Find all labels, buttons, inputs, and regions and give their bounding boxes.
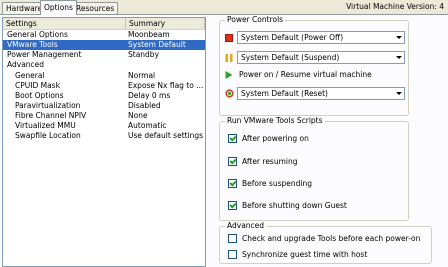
tools-scripts-group: Run VMware Tools Scripts After powering … <box>219 116 409 221</box>
checkbox-label: Check and upgrade Tools before each powe… <box>242 234 421 243</box>
setting-summary: System Default <box>128 40 186 49</box>
setting-summary: Use default settings <box>128 131 203 140</box>
stop-action-select[interactable]: System Default (Power Off) <box>237 31 405 44</box>
checkbox-label: Before shutting down Guest <box>242 201 347 210</box>
tab-options[interactable]: Options <box>40 0 77 15</box>
setting-summary: Disabled <box>128 101 161 110</box>
setting-summary: Standby <box>128 50 160 59</box>
advanced-title: Advanced <box>225 221 267 230</box>
checkbox-box[interactable] <box>228 179 237 188</box>
chevron-down-icon[interactable] <box>392 52 404 63</box>
setting-name: General <box>15 71 45 80</box>
checkbox-label: After resuming <box>242 157 298 166</box>
list-item[interactable]: VMware Tools System Default <box>3 40 205 50</box>
reset-action-select[interactable]: System Default (Reset) <box>237 87 405 100</box>
list-item[interactable]: Virtualized MMU Automatic <box>3 121 205 131</box>
pause-icon <box>225 54 233 62</box>
suspend-action-value: System Default (Suspend) <box>241 53 340 62</box>
setting-summary: None <box>128 111 148 120</box>
setting-name: General Options <box>7 30 68 39</box>
stop-action-value: System Default (Power Off) <box>241 33 344 42</box>
stop-icon <box>225 34 233 42</box>
list-item[interactable]: Fibre Channel NPIV None <box>3 111 205 121</box>
power-controls-title: Power Controls <box>225 15 286 24</box>
checkbox-label: Before suspending <box>242 179 312 188</box>
column-header-summary[interactable]: Summary <box>126 18 205 29</box>
list-item[interactable]: CPUID Mask Expose Nx flag to ... <box>3 81 205 91</box>
tools-scripts-title: Run VMware Tools Scripts <box>225 116 325 125</box>
setting-name: Fibre Channel NPIV <box>15 111 87 120</box>
setting-name: VMware Tools <box>7 40 58 49</box>
settings-list[interactable]: Settings Summary General Options Moonbea… <box>2 17 206 267</box>
setting-name: Boot Options <box>15 91 64 100</box>
list-item[interactable]: Boot Options Delay 0 ms <box>3 91 205 101</box>
list-item[interactable]: General Normal <box>3 71 205 81</box>
chevron-down-icon[interactable] <box>392 88 404 99</box>
checkbox-box[interactable] <box>228 201 237 210</box>
checkbox-box[interactable] <box>228 157 237 166</box>
play-icon <box>225 71 233 79</box>
checkbox-box[interactable] <box>228 134 237 143</box>
chevron-down-icon[interactable] <box>392 32 404 43</box>
power-controls-group: Power Controls System Default (Power Off… <box>219 15 409 116</box>
setting-summary: Expose Nx flag to ... <box>128 81 203 90</box>
reset-icon <box>225 89 234 98</box>
setting-summary: Normal <box>128 71 156 80</box>
suspend-action-select[interactable]: System Default (Suspend) <box>237 51 405 64</box>
list-header: Settings Summary <box>3 18 205 30</box>
setting-name: Advanced <box>7 60 45 69</box>
power-on-label: Power on / Resume virtual machine <box>239 70 372 79</box>
setting-summary: Moonbeam <box>128 30 170 39</box>
options-panel: Settings Summary General Options Moonbea… <box>0 14 448 267</box>
checkbox-label: Synchronize guest time with host <box>242 250 368 259</box>
tab-resources[interactable]: Resources <box>72 2 119 14</box>
setting-name: Paravirtualization <box>15 101 81 110</box>
list-item[interactable]: Swapfile Location Use default settings <box>3 131 205 141</box>
list-item[interactable]: Power Management Standby <box>3 50 205 60</box>
setting-name: CPUID Mask <box>15 81 60 90</box>
reset-action-value: System Default (Reset) <box>241 89 328 98</box>
setting-name: Virtualized MMU <box>15 121 76 130</box>
setting-summary: Automatic <box>128 121 167 130</box>
list-item[interactable]: General Options Moonbeam <box>3 30 205 40</box>
setting-summary: Delay 0 ms <box>128 91 171 100</box>
setting-name: Swapfile Location <box>15 131 81 140</box>
list-item[interactable]: Advanced <box>3 60 205 70</box>
checkbox-box[interactable] <box>228 250 237 259</box>
advanced-group: Advanced Check and upgrade Tools before … <box>219 221 432 264</box>
checkbox-box[interactable] <box>228 234 237 243</box>
checkbox-label: After powering on <box>242 134 309 143</box>
list-item[interactable]: Paravirtualization Disabled <box>3 101 205 111</box>
setting-name: Power Management <box>7 50 82 59</box>
vm-version-label: Virtual Machine Version: 4 <box>346 2 444 11</box>
column-header-settings[interactable]: Settings <box>3 18 126 29</box>
